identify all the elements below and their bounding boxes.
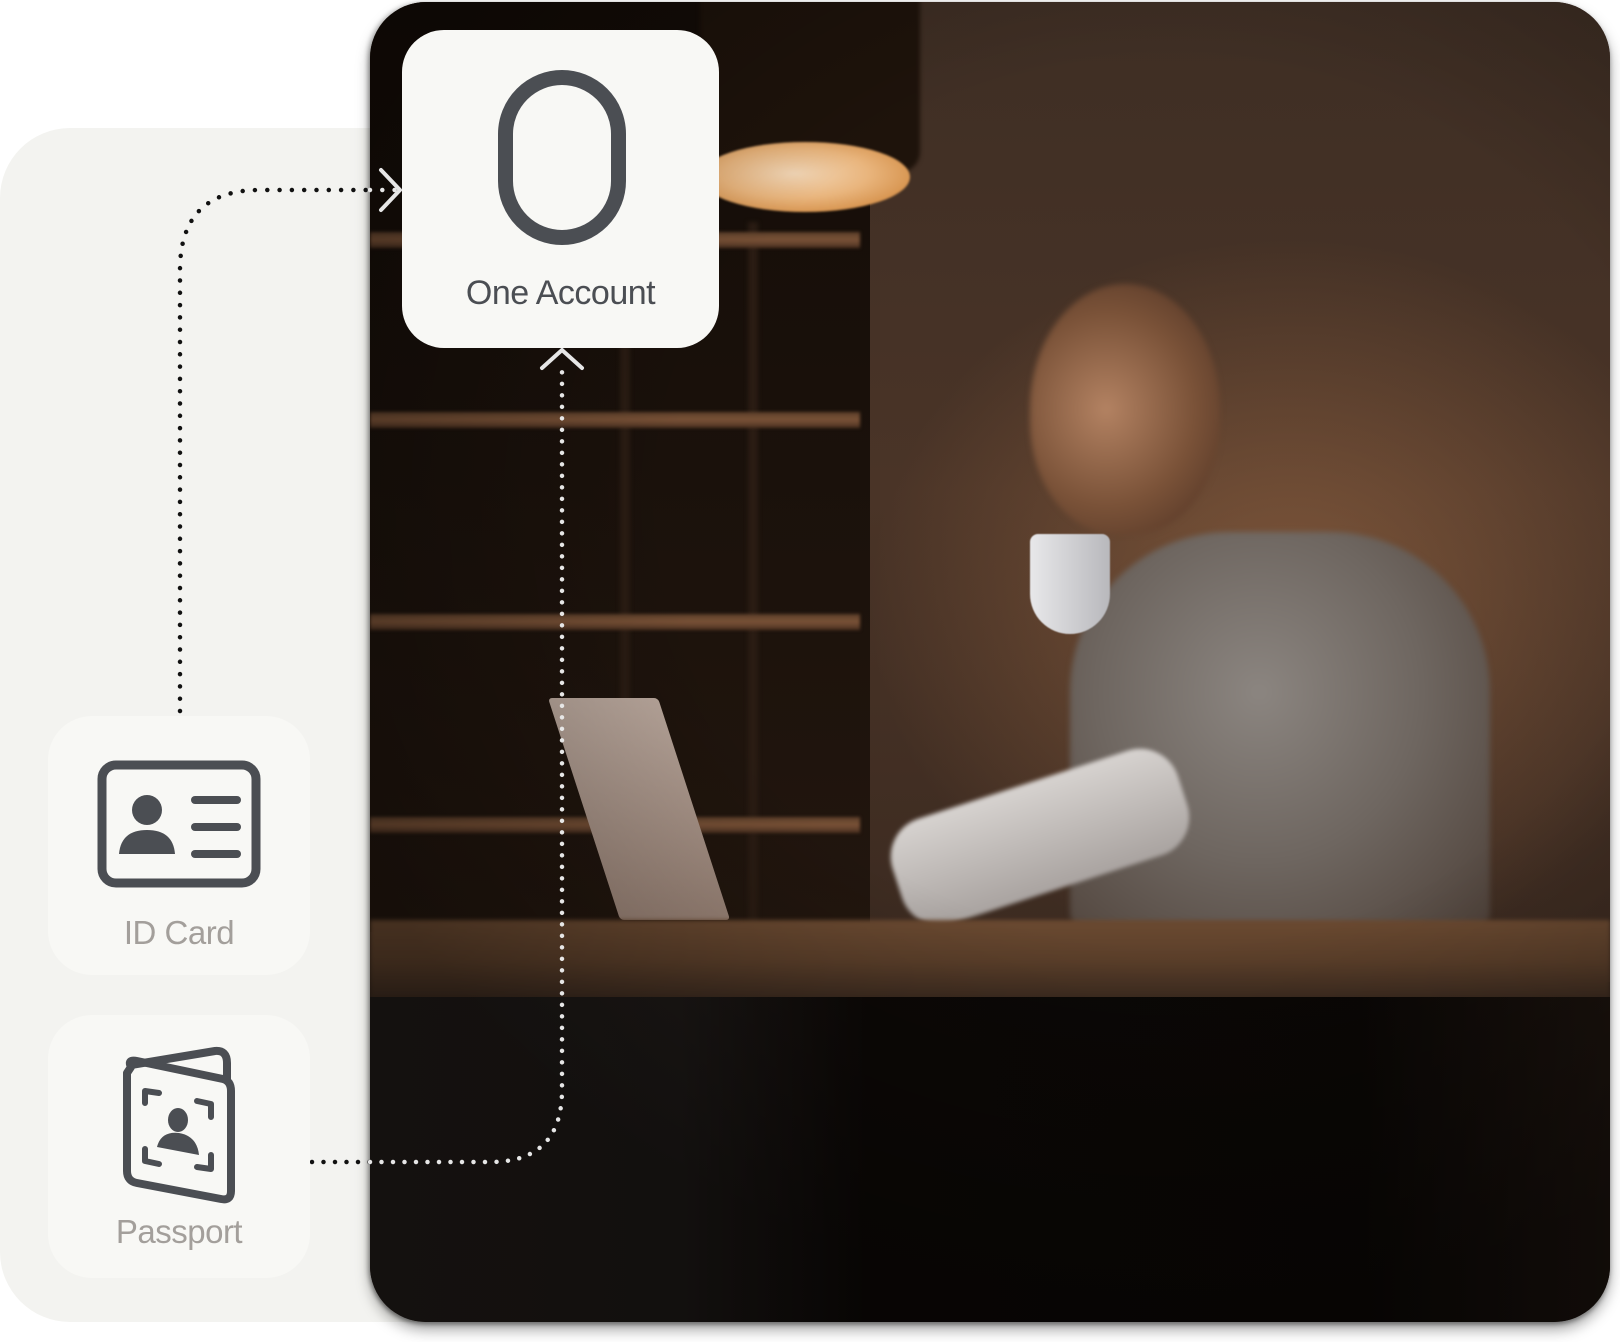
- passport-label: Passport: [115, 1213, 243, 1250]
- passport-icon: [123, 1046, 235, 1204]
- id-card-label: ID Card: [123, 914, 235, 951]
- passport-option[interactable]: Passport: [48, 1015, 310, 1278]
- account-ring-icon: [498, 70, 626, 245]
- one-account-label: One Account: [465, 274, 656, 312]
- id-card-option[interactable]: ID Card: [48, 716, 310, 975]
- one-account-card[interactable]: One Account: [402, 30, 719, 348]
- id-card-icon: [97, 760, 261, 888]
